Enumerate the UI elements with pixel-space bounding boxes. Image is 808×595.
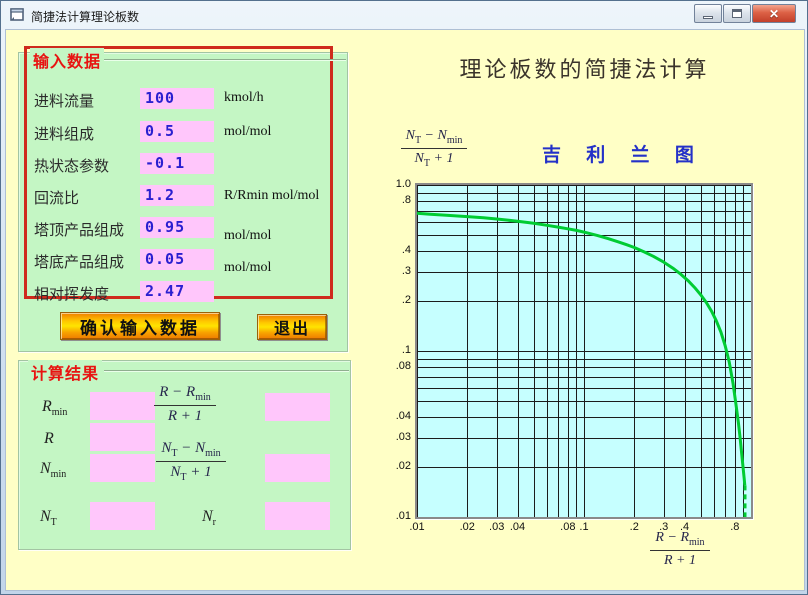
input-unit: mol/mol <box>224 260 272 275</box>
result-label: NT <box>40 508 57 529</box>
input-field[interactable]: 100 <box>140 88 214 109</box>
chart-x-axis-formula: R − Rmin R + 1 <box>639 530 721 569</box>
chart-headline: 理论板数的简捷法计算 <box>459 57 710 82</box>
gilliland-chart <box>416 185 752 518</box>
exit-button[interactable]: 退出 <box>257 314 327 340</box>
result-group-title: 计算结果 <box>28 360 103 384</box>
x-tick-label: .8 <box>730 521 740 533</box>
input-unit: R/Rmin mol/mol <box>224 188 320 203</box>
y-tick-label: .3 <box>401 264 411 277</box>
x-tick-label: .02 <box>459 521 475 533</box>
result-field[interactable] <box>265 393 330 421</box>
result-formula: NT − Nmin NT + 1 <box>143 440 239 483</box>
input-unit: kmol/h <box>224 90 264 105</box>
input-field[interactable]: 0.5 <box>140 120 214 142</box>
y-tick-label: .08 <box>395 360 411 373</box>
group-divider <box>104 370 349 372</box>
result-label: Rmin <box>42 398 68 419</box>
form-icon <box>10 8 24 21</box>
titlebar[interactable]: 简捷法计算理论板数 ✕ <box>1 1 807 29</box>
input-label: 塔顶产品组成 <box>34 222 125 239</box>
input-label: 进料组成 <box>34 125 95 143</box>
input-label: 热状态参数 <box>34 158 110 175</box>
x-tick-label: .01 <box>409 521 425 533</box>
close-icon: ✕ <box>768 6 780 21</box>
gilliland-curve <box>416 211 747 486</box>
app-window: 简捷法计算理论板数 ✕ 输入数据 进料流量 100 kmol/h 进料组成 0.5 mol… <box>0 0 808 595</box>
input-field[interactable]: 2.47 <box>140 281 214 302</box>
input-unit: mol/mol <box>224 228 272 243</box>
y-tick-label: 1.0 <box>395 178 411 190</box>
result-field[interactable] <box>265 502 330 530</box>
confirm-input-button[interactable]: 确认输入数据 <box>60 312 220 340</box>
maximize-button[interactable] <box>723 4 751 23</box>
input-label: 相对挥发度 <box>34 286 110 303</box>
x-tick-label: .04 <box>509 521 526 533</box>
y-tick-label: .04 <box>395 410 411 423</box>
result-label: Nr <box>202 508 217 529</box>
input-field[interactable]: 0.95 <box>140 217 214 238</box>
window-title: 简捷法计算理论板数 <box>31 10 140 24</box>
result-label: Nmin <box>40 460 67 481</box>
input-group-title: 输入数据 <box>30 48 105 72</box>
x-tick-label: .1 <box>579 521 589 533</box>
chart-plot <box>415 183 753 519</box>
client-area: 输入数据 进料流量 100 kmol/h 进料组成 0.5 mol/mol 热状态参数 -0.… <box>5 29 805 591</box>
minimize-icon <box>703 16 713 19</box>
y-tick-label: .2 <box>401 294 411 307</box>
input-field[interactable]: 1.2 <box>140 185 214 206</box>
input-label: 塔底产品组成 <box>34 254 125 271</box>
chart-y-axis-formula: NT − Nmin NT + 1 <box>394 128 474 169</box>
input-label: 回流比 <box>34 190 80 207</box>
result-label: R <box>44 430 54 447</box>
group-divider <box>104 59 346 61</box>
minimize-button[interactable] <box>694 4 722 23</box>
y-tick-label: .03 <box>395 430 411 443</box>
y-tick-label: .4 <box>401 244 411 257</box>
input-field[interactable]: 0.05 <box>140 249 214 270</box>
input-field[interactable]: -0.1 <box>140 153 214 174</box>
maximize-icon <box>732 9 742 18</box>
result-field[interactable] <box>90 502 155 530</box>
y-tick-label: .02 <box>395 460 411 473</box>
gilliland-label: 吉 利 兰 图 <box>542 145 704 166</box>
close-button[interactable]: ✕ <box>752 4 796 23</box>
y-tick-label: .8 <box>401 194 411 207</box>
input-label: 进料流量 <box>34 93 95 110</box>
result-formula: R − Rmin R + 1 <box>137 384 233 425</box>
input-unit: mol/mol <box>224 123 272 139</box>
window-controls: ✕ <box>694 4 796 23</box>
y-tick-label: .1 <box>401 344 411 356</box>
result-field[interactable] <box>265 454 330 482</box>
